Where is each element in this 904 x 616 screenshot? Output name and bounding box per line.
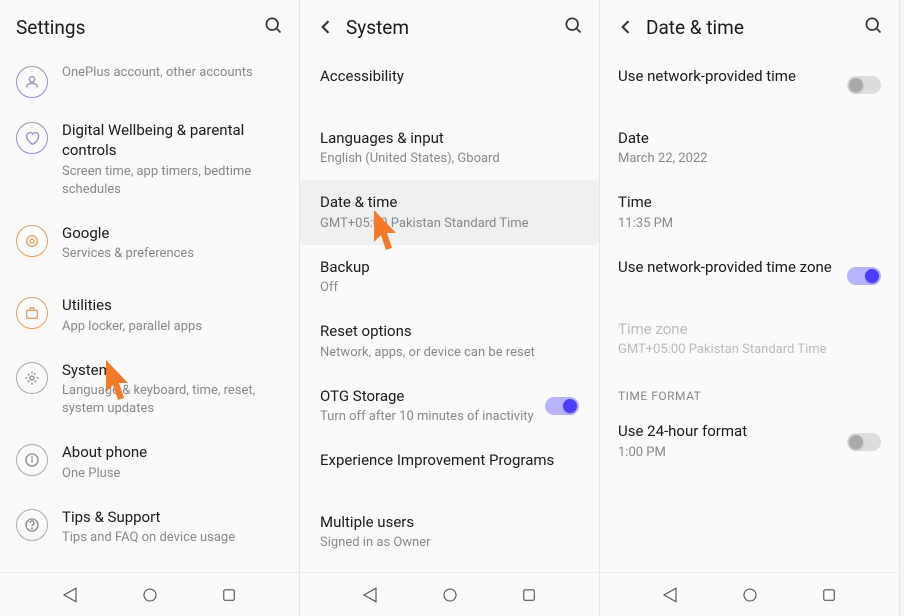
utilities-title: Utilities [62,295,283,315]
net-time-item[interactable]: Use network-provided time [600,54,899,116]
reset-item[interactable]: Reset options Network, apps, or device c… [300,309,599,373]
lang-sub: English (United States), Gboard [320,150,579,168]
wellbeing-sub: Screen time, app timers, bedtime schedul… [62,163,283,199]
system-header: System [300,0,599,54]
format-item[interactable]: Use 24-hour format 1:00 PM [600,409,899,473]
system-panel: System Accessibility Languages & input E… [300,0,600,616]
back-icon[interactable] [316,17,336,37]
wellbeing-title: Digital Wellbeing & parental controls [62,120,283,161]
net-tz-title: Use network-provided time zone [618,257,837,277]
multi-item[interactable]: Multiple users Signed in as Owner [300,500,599,564]
settings-panel: Settings OnePlus account, other accounts… [0,0,300,616]
exp-title: Experience Improvement Programs [320,450,579,470]
google-item[interactable]: Google Services & preferences [0,211,299,275]
format-toggle[interactable] [847,433,881,451]
lang-item[interactable]: Languages & input English (United States… [300,116,599,180]
timezone-sub: GMT+05:00 Pakistan Standard Time [618,341,881,359]
datetime-header: Date & time [600,0,899,54]
wellbeing-item[interactable]: Digital Wellbeing & parental controls Sc… [0,108,299,211]
multi-title: Multiple users [320,512,579,532]
settings-list[interactable]: OnePlus account, other accounts Digital … [0,54,299,616]
help-icon [16,509,48,541]
time-title: Time [618,192,881,212]
otg-title: OTG Storage [320,386,535,406]
timezone-title: Time zone [618,319,881,339]
tips-title: Tips & Support [62,507,283,527]
utilities-item[interactable]: Utilities App locker, parallel apps [0,283,299,347]
datetime-title: Date & time [320,192,579,212]
reset-title: Reset options [320,321,579,341]
nav-home-icon[interactable] [441,586,459,604]
search-icon[interactable] [563,15,583,39]
heart-icon [16,122,48,154]
about-title: About phone [62,442,283,462]
nav-recent-icon[interactable] [820,586,838,604]
otg-toggle[interactable] [545,397,579,415]
system-item[interactable]: System Language & keyboard, time, reset,… [0,348,299,431]
exp-item[interactable]: Experience Improvement Programs [300,438,599,500]
net-time-title: Use network-provided time [618,66,837,86]
multi-sub: Signed in as Owner [320,534,579,552]
nav-back-icon[interactable] [361,586,379,604]
net-tz-item[interactable]: Use network-provided time zone [600,245,899,307]
time-format-label: TIME FORMAT [600,371,899,409]
lang-title: Languages & input [320,128,579,148]
time-item[interactable]: Time 11:35 PM [600,180,899,244]
nav-back-icon[interactable] [661,586,679,604]
accounts-sub: OnePlus account, other accounts [62,64,283,82]
google-icon [16,225,48,257]
format-title: Use 24-hour format [618,421,837,441]
date-title: Date [618,128,881,148]
nav-bar [600,572,899,616]
google-title: Google [62,223,283,243]
date-item[interactable]: Date March 22, 2022 [600,116,899,180]
nav-bar [300,572,599,616]
accounts-item[interactable]: OnePlus account, other accounts [0,54,299,108]
backup-title: Backup [320,257,579,277]
system-header-title: System [346,16,563,39]
nav-recent-icon[interactable] [220,586,238,604]
search-icon[interactable] [863,15,883,39]
otg-item[interactable]: OTG Storage Turn off after 10 minutes of… [300,374,599,438]
backup-sub: Off [320,279,579,297]
nav-home-icon[interactable] [741,586,759,604]
system-title: System [62,360,283,380]
about-item[interactable]: About phone One Pluse [0,430,299,494]
gear-icon [16,362,48,394]
datetime-sub: GMT+05:00 Pakistan Standard Time [320,215,579,233]
info-icon [16,444,48,476]
nav-back-icon[interactable] [61,586,79,604]
system-sub: Language & keyboard, time, reset, system… [62,382,283,418]
settings-header: Settings [0,0,299,54]
accessibility-item[interactable]: Accessibility [300,54,599,116]
datetime-panel: Date & time Use network-provided time Da… [600,0,900,616]
utilities-sub: App locker, parallel apps [62,318,283,336]
nav-bar [0,572,299,616]
tips-sub: Tips and FAQ on device usage [62,529,283,547]
datetime-list[interactable]: Use network-provided time Date March 22,… [600,54,899,616]
timezone-item: Time zone GMT+05:00 Pakistan Standard Ti… [600,307,899,371]
otg-sub: Turn off after 10 minutes of inactivity [320,408,535,426]
back-icon[interactable] [616,17,636,37]
net-tz-toggle[interactable] [847,267,881,285]
format-sub: 1:00 PM [618,444,837,462]
reset-sub: Network, apps, or device can be reset [320,344,579,362]
datetime-item[interactable]: Date & time GMT+05:00 Pakistan Standard … [300,180,599,244]
settings-title: Settings [16,16,263,39]
nav-home-icon[interactable] [141,586,159,604]
accessibility-title: Accessibility [320,66,579,86]
accounts-icon [16,66,48,98]
briefcase-icon [16,297,48,329]
net-time-toggle[interactable] [847,76,881,94]
google-sub: Services & preferences [62,245,283,263]
date-sub: March 22, 2022 [618,150,881,168]
system-list[interactable]: Accessibility Languages & input English … [300,54,599,616]
nav-recent-icon[interactable] [520,586,538,604]
search-icon[interactable] [263,15,283,39]
datetime-header-title: Date & time [646,16,863,39]
time-sub: 11:35 PM [618,215,881,233]
tips-item[interactable]: Tips & Support Tips and FAQ on device us… [0,495,299,559]
backup-item[interactable]: Backup Off [300,245,599,309]
about-sub: One Pluse [62,465,283,483]
